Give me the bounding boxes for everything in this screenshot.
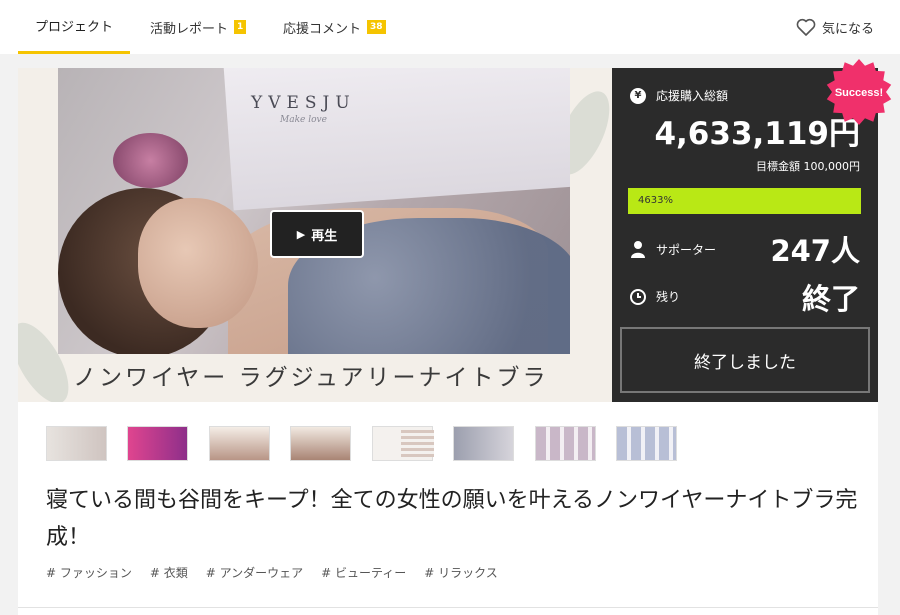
total-label: 応援購入総額 bbox=[656, 89, 729, 103]
success-badge: Success! bbox=[826, 59, 892, 125]
thumbnail-7[interactable] bbox=[535, 426, 596, 461]
tag-clothing[interactable]: # 衣類 bbox=[150, 564, 188, 581]
brand-logo: YVESJU bbox=[251, 93, 356, 113]
tab-support-comments-label: 応援コメント bbox=[283, 21, 362, 37]
project-info: 寝ている間も谷間をキープ！全ての女性の願いを叶えるノンワイヤーナイトブラ完成！ … bbox=[18, 402, 878, 615]
brand-logo-sub: Make love bbox=[280, 115, 327, 125]
hero-caption: ノンワイヤー ラグジュアリーナイトブラ bbox=[73, 365, 549, 391]
flower-image bbox=[113, 133, 188, 188]
progress-bar: 4633% bbox=[628, 188, 861, 214]
tag-list: # ファッション # 衣類 # アンダーウェア # ビューティー # リラックス bbox=[46, 564, 516, 581]
thumbnail-4[interactable] bbox=[290, 426, 351, 461]
play-label: 再生 bbox=[311, 228, 338, 244]
tag-underwear[interactable]: # アンダーウェア bbox=[206, 564, 303, 581]
heart-icon bbox=[796, 18, 816, 36]
remaining-row: 残り bbox=[630, 288, 680, 305]
top-nav: プロジェクト 活動レポート 1 応援コメント 38 気になる bbox=[0, 0, 900, 54]
thumbnail-8[interactable] bbox=[616, 426, 677, 461]
thumbnail-6[interactable] bbox=[453, 426, 514, 461]
supporters-count: 247人 bbox=[770, 234, 860, 268]
tag-beauty[interactable]: # ビューティー bbox=[321, 564, 406, 581]
favorite-button[interactable]: 気になる bbox=[796, 0, 874, 54]
divider bbox=[18, 607, 878, 608]
thumbnail-2[interactable] bbox=[127, 426, 188, 461]
person-icon bbox=[631, 241, 645, 258]
hero-video[interactable]: YVESJU Make love ▶ 再生 ノンワイヤー ラグジュアリーナイトブ… bbox=[18, 68, 612, 402]
play-button[interactable]: ▶ 再生 bbox=[270, 210, 364, 258]
tab-project-label: プロジェクト bbox=[34, 20, 113, 35]
support-comments-count-badge: 38 bbox=[367, 20, 386, 34]
goal-amount: 目標金額 100,000円 bbox=[756, 160, 860, 173]
tag-relax[interactable]: # リラックス bbox=[424, 564, 498, 581]
progress-percent: 4633% bbox=[638, 195, 673, 206]
yen-icon: ¥ bbox=[630, 87, 646, 104]
thumbnail-3[interactable] bbox=[209, 426, 270, 461]
tab-activity-report[interactable]: 活動レポート 1 bbox=[150, 0, 247, 54]
tab-support-comments[interactable]: 応援コメント 38 bbox=[283, 0, 386, 54]
supporters-row: サポーター bbox=[630, 240, 716, 258]
clock-icon bbox=[630, 288, 646, 305]
tab-project[interactable]: プロジェクト bbox=[18, 0, 130, 54]
remaining-label: 残り bbox=[656, 290, 681, 304]
play-icon: ▶ bbox=[296, 227, 306, 241]
supporters-label: サポーター bbox=[656, 242, 717, 257]
ended-button[interactable]: 終了しました bbox=[620, 327, 870, 393]
favorite-label: 気になる bbox=[821, 21, 874, 37]
remaining-value: 終了 bbox=[801, 282, 860, 316]
thumbnail-1[interactable] bbox=[46, 426, 107, 461]
activity-report-count-badge: 1 bbox=[234, 20, 247, 34]
tag-fashion[interactable]: # ファッション bbox=[46, 564, 132, 581]
success-badge-label: Success! bbox=[835, 87, 883, 99]
total-label-row: ¥ 応援購入総額 bbox=[630, 87, 728, 104]
tab-activity-report-label: 活動レポート bbox=[150, 21, 229, 37]
project-title: 寝ている間も谷間をキープ！全ての女性の願いを叶えるノンワイヤーナイトブラ完成！ bbox=[46, 488, 858, 550]
